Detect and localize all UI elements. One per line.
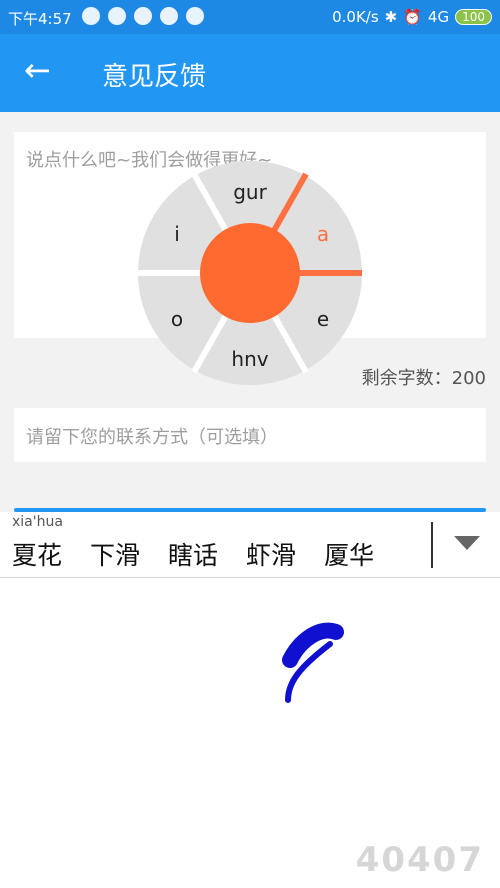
notification-icon (82, 7, 100, 25)
notification-icon (186, 7, 204, 25)
notification-icon (160, 7, 178, 25)
status-time: 下午4:57 (8, 10, 72, 28)
wheel-key[interactable]: o (171, 307, 183, 331)
remaining-count: 剩余字数：200 (361, 368, 486, 389)
handwriting-wheel[interactable]: gur a e hnv o i (136, 157, 364, 389)
alarm-icon: ⏰ (403, 8, 422, 26)
notification-icon (134, 7, 152, 25)
contact-placeholder: 请留下您的联系方式（可选填） (26, 427, 278, 448)
wheel-key[interactable]: gur (233, 180, 267, 204)
input-method-panel: xia'hua 夏花 下滑 瞎话 虾滑 厦华 40407 (0, 512, 500, 888)
back-button[interactable]: ← (24, 54, 51, 86)
notification-icon (108, 7, 126, 25)
handwriting-area[interactable] (0, 512, 500, 888)
wheel-key[interactable]: e (317, 307, 329, 331)
wheel-key-active[interactable]: a (317, 222, 329, 246)
status-indicators: 0.0K/s ✱ ⏰ 4G 100 (332, 8, 492, 26)
arrow-left-icon: ← (24, 51, 51, 89)
battery-indicator: 100 (455, 9, 492, 25)
page-title: 意见反馈 (102, 62, 207, 92)
contact-input[interactable]: 请留下您的联系方式（可选填） (14, 408, 486, 462)
network-speed: 0.0K/s (332, 8, 379, 26)
bluetooth-icon: ✱ (384, 8, 398, 26)
watermark: 40407 (355, 840, 484, 880)
notification-icons (82, 7, 204, 25)
app-bar: ← 意见反馈 (0, 34, 500, 112)
signal-label: 4G (427, 8, 450, 26)
wheel-key[interactable]: hnv (231, 347, 268, 371)
status-bar: 下午4:57 0.0K/s ✱ ⏰ 4G 100 (0, 0, 500, 34)
wheel-center-button[interactable] (200, 223, 300, 323)
wheel-key[interactable]: i (174, 222, 180, 246)
